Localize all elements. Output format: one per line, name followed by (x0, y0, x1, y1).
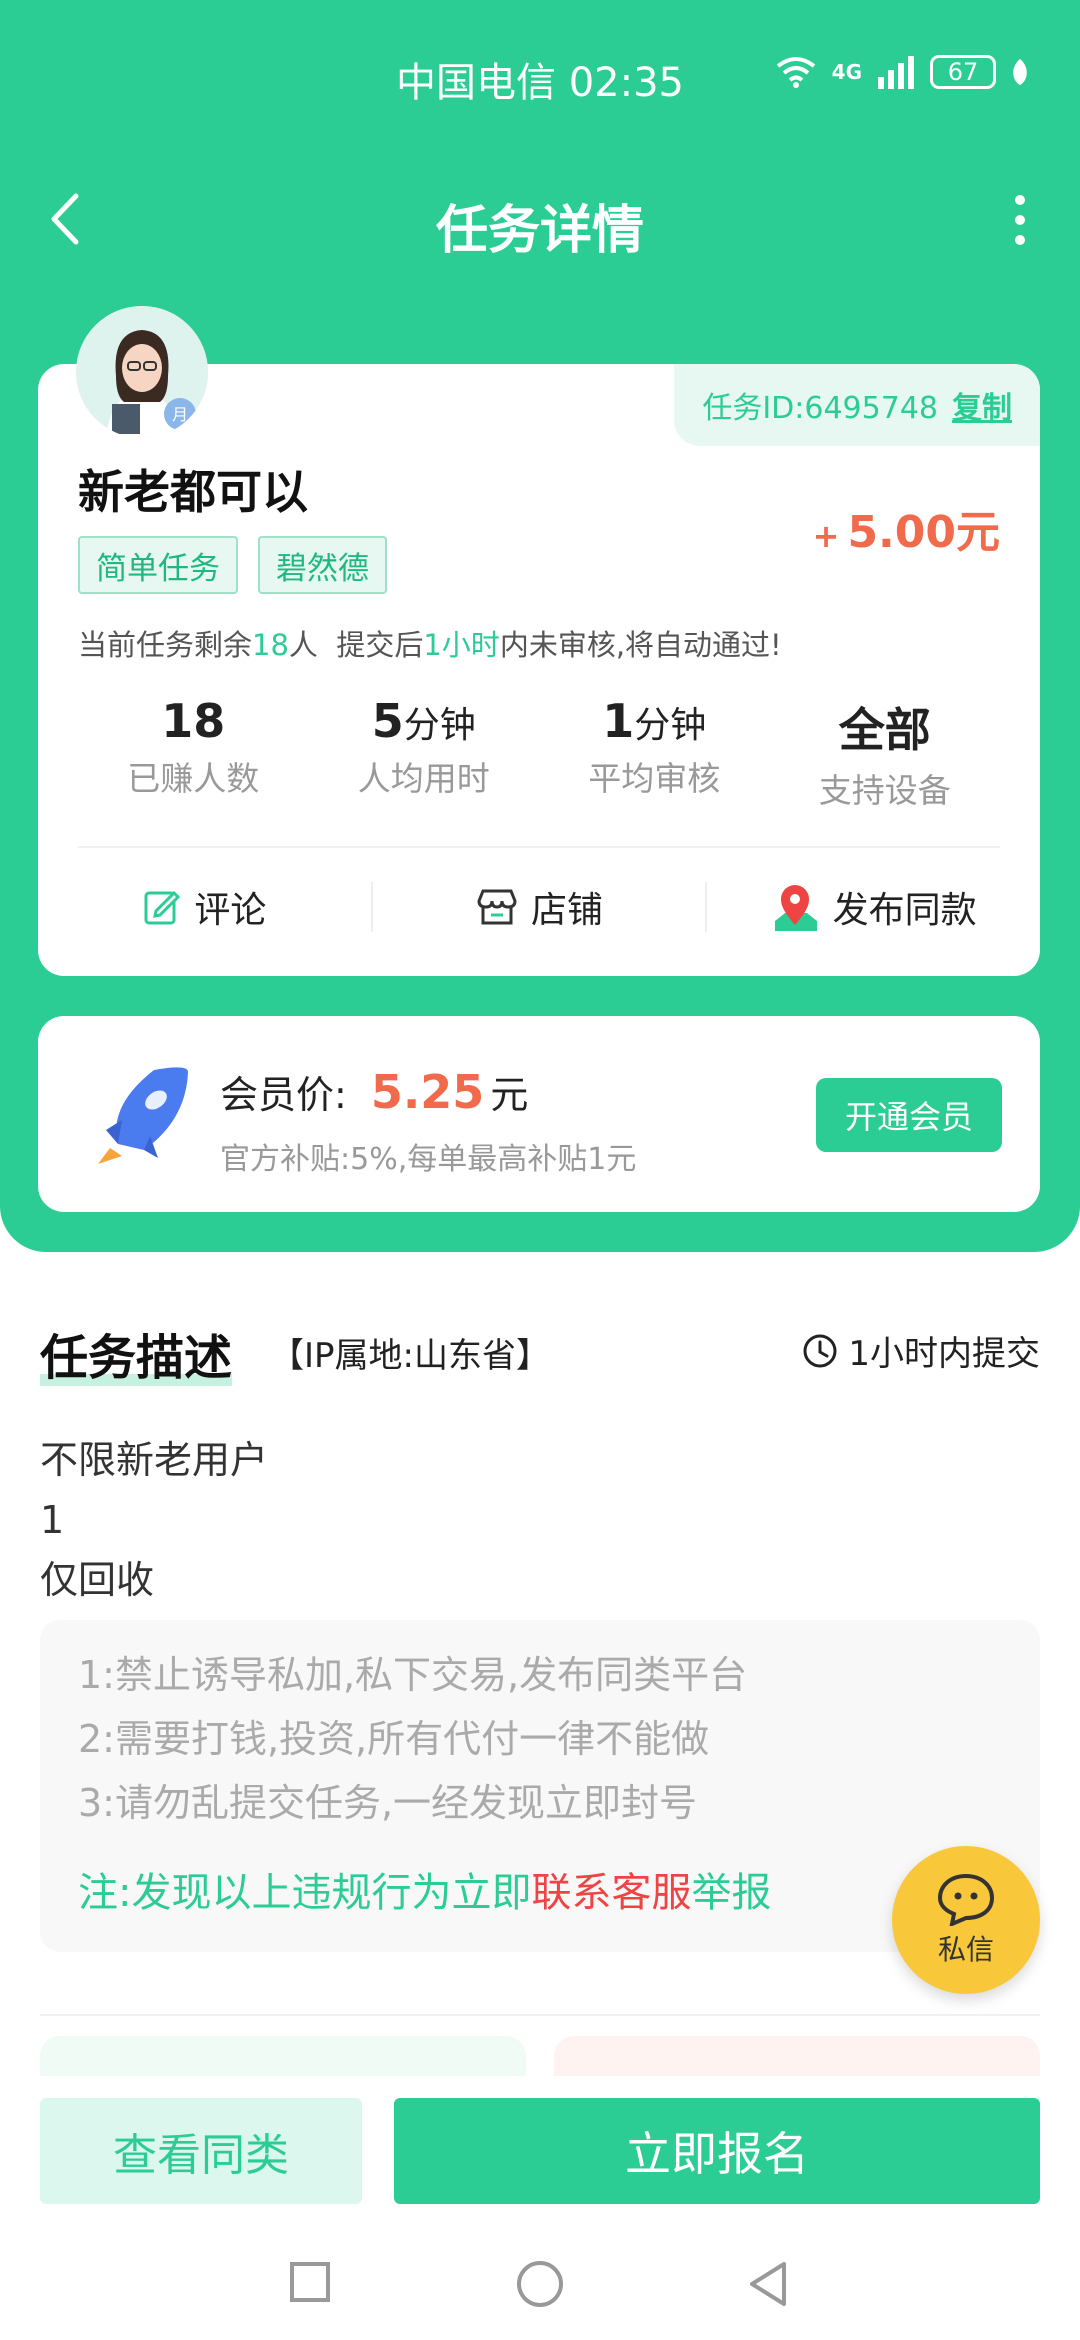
wifi-icon (776, 57, 815, 88)
member-subsidy: 官方补贴:5%,每单最高补贴1元 (220, 1142, 637, 1177)
copy-id-link[interactable]: 复制 (952, 383, 1012, 427)
tag-item: 碧然德 (258, 536, 387, 594)
private-message-button[interactable]: 私信 (892, 1846, 1040, 1994)
stat-earned: 18 已赚人数 (78, 694, 309, 812)
bottom-action-bar: 查看同类 立即报名 (0, 2076, 1080, 2236)
stat-value: 全部 (838, 703, 931, 757)
remain-text: 内未审核,将自动通过! (499, 628, 782, 662)
task-card: 任务ID:6495748 复制 新老都可以 +5.00元 简单任务 碧然德 当前… (38, 364, 1040, 976)
more-options-icon[interactable] (1000, 190, 1040, 250)
back-icon[interactable] (744, 2258, 792, 2310)
remain-text: 人 提交后 (288, 628, 424, 662)
apply-now-button[interactable]: 立即报名 (394, 2098, 1040, 2204)
description-line: 不限新老用户 (40, 1438, 269, 1482)
remain-time: 1小时 (423, 628, 500, 662)
svg-text:月: 月 (172, 405, 188, 424)
member-price-label: 会员价: (220, 1073, 347, 1117)
rule-item: 3:请勿乱提交任务,一经发现立即封号 (78, 1781, 698, 1825)
task-id: 任务ID:6495748 (702, 391, 938, 426)
rocket-icon (98, 1067, 188, 1164)
stat-avg-time: 5分钟 人均用时 (309, 694, 540, 812)
member-price: 会员价: 5.25 元 (220, 1064, 528, 1119)
rules-box: 1:禁止诱导私加,私下交易,发布同类平台 2:需要打钱,投资,所有代付一律不能做… (40, 1620, 1040, 1952)
note-text: 注:发现以上违规行为立即 (78, 1870, 532, 1916)
publish-same-label: 发布同款 (832, 890, 977, 931)
task-tags: 简单任务 碧然德 (78, 536, 387, 594)
remain-count: 18 (252, 628, 289, 662)
note-text: 举报 (691, 1870, 772, 1916)
battery-indicator: 67 (930, 55, 996, 89)
comment-label: 评论 (194, 890, 267, 931)
reward-plus: + (812, 517, 840, 555)
task-actions: 评论 店铺 发布同款 (38, 852, 1040, 962)
description-text: 不限新老用户 1 仅回收 (40, 1430, 268, 1610)
stat-devices: 全部 支持设备 (770, 694, 1001, 812)
task-stats: 18 已赚人数 5分钟 人均用时 1分钟 平均审核 全部 支持设备 (78, 694, 1000, 812)
section-title: 任务描述 (40, 1318, 233, 1388)
signal-icon (878, 56, 914, 89)
chat-label: 私信 (937, 1933, 994, 1966)
stat-value: 18 (161, 694, 226, 748)
deadline-text: 1小时内提交 (848, 1334, 1040, 1374)
rule-item: 2:需要打钱,投资,所有代付一律不能做 (78, 1717, 710, 1761)
recent-apps-icon[interactable] (286, 2258, 334, 2306)
user-avatar[interactable]: 月 (76, 306, 208, 438)
stat-label: 平均审核 (588, 759, 721, 798)
stat-value: 5 (371, 694, 404, 748)
comment-button[interactable]: 评论 (38, 881, 371, 933)
card-peek-right (554, 2036, 1040, 2076)
deadline: 1小时内提交 (802, 1326, 1040, 1375)
remaining-notice: 当前任务剩余18人 提交后1小时内未审核,将自动通过! (78, 622, 782, 664)
rule-note: 注:发现以上违规行为立即联系客服举报 (78, 1860, 771, 1918)
task-id-box: 任务ID:6495748 复制 (674, 364, 1040, 446)
map-pin-icon (774, 885, 817, 931)
task-name: 新老都可以 (78, 465, 308, 519)
edit-icon (144, 890, 181, 925)
divider (40, 2014, 1040, 2016)
stat-label: 支持设备 (818, 771, 951, 810)
leaf-icon (1013, 59, 1027, 85)
page-title: 任务详情 (435, 201, 644, 261)
stat-label: 人均用时 (357, 759, 490, 798)
member-price-value: 5.25 (370, 1065, 485, 1119)
stat-label: 已赚人数 (127, 759, 260, 798)
description-line: 1 (40, 1498, 65, 1542)
chat-bubble-icon (937, 1873, 995, 1926)
shop-icon (477, 889, 517, 925)
stat-unit: 分钟 (403, 705, 476, 746)
member-card: 会员价: 5.25 元 官方补贴:5%,每单最高补贴1元 开通会员 (38, 1016, 1040, 1212)
divider (78, 846, 1000, 848)
stat-review: 1分钟 平均审核 (539, 694, 770, 812)
view-similar-button[interactable]: 查看同类 (40, 2098, 362, 2204)
network-type: 4G (831, 60, 862, 84)
description-line: 仅回收 (40, 1558, 155, 1602)
tag-item: 简单任务 (78, 536, 238, 594)
status-icons: 4G 67 (774, 54, 1030, 90)
home-icon[interactable] (514, 2258, 566, 2310)
stat-unit: 分钟 (634, 705, 707, 746)
status-bar: 中国电信 02:35 4G 67 (0, 40, 1080, 120)
shop-button[interactable]: 店铺 (373, 881, 706, 933)
avatar-image: 月 (76, 306, 208, 438)
publish-same-button[interactable]: 发布同款 (707, 881, 1040, 933)
contact-support-link[interactable]: 联系客服 (531, 1870, 691, 1916)
rule-item: 1:禁止诱导私加,私下交易,发布同类平台 (78, 1653, 748, 1697)
clock-icon (803, 1334, 837, 1367)
task-reward: +5.00元 (813, 496, 1000, 560)
reward-amount: 5.00元 (847, 507, 1000, 558)
section-title-text: 任务描述 (40, 1330, 233, 1386)
member-price-unit: 元 (490, 1073, 529, 1117)
card-peek-left (40, 2036, 526, 2076)
system-nav-bar (0, 2236, 1080, 2340)
ip-location: 【IP属地:山东省】 (270, 1336, 550, 1376)
nav-bar: 任务详情 (0, 170, 1080, 270)
remain-text: 当前任务剩余 (78, 628, 253, 662)
shop-label: 店铺 (531, 890, 604, 931)
stat-value: 1 (602, 694, 635, 748)
open-membership-button[interactable]: 开通会员 (816, 1078, 1002, 1152)
